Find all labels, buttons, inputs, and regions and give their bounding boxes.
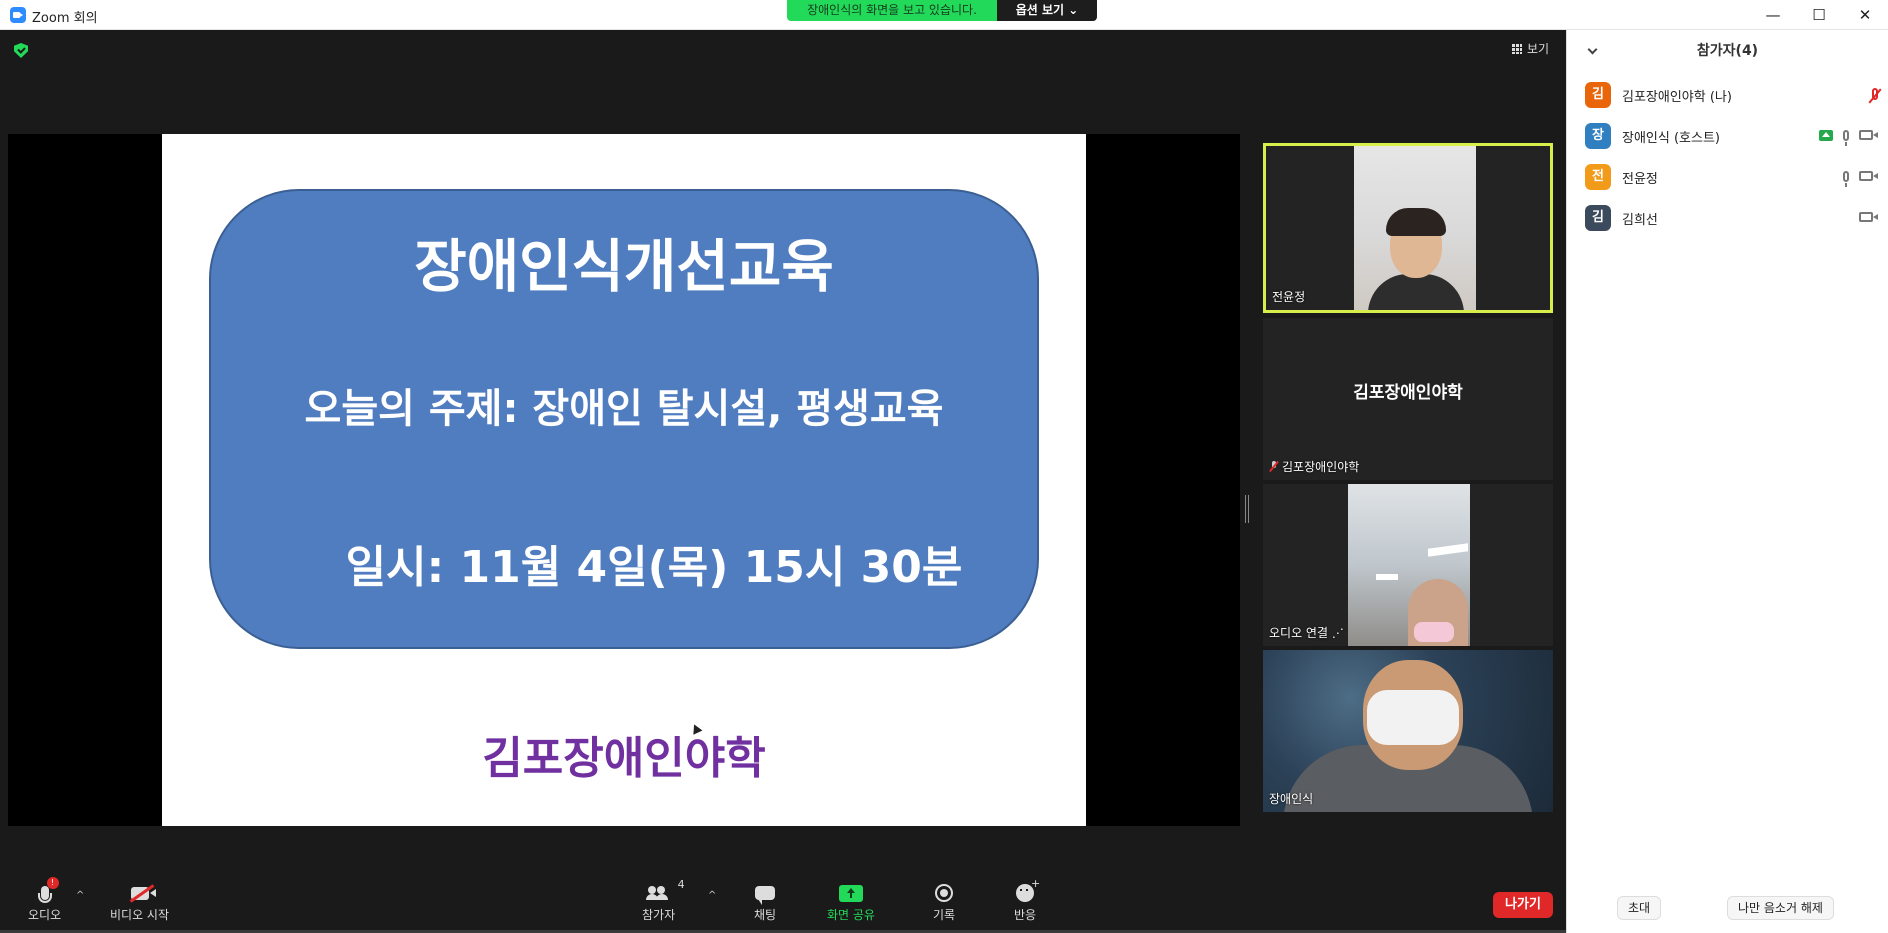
participant-row[interactable]: 김 김희선 bbox=[1567, 197, 1888, 238]
leave-meeting-button[interactable]: 나가기 bbox=[1493, 892, 1553, 918]
close-button[interactable]: ✕ bbox=[1842, 0, 1888, 30]
record-button[interactable]: 기록 bbox=[929, 880, 959, 923]
video-off-icon bbox=[130, 886, 156, 900]
minimize-button[interactable]: — bbox=[1750, 0, 1796, 30]
muted-mic-icon[interactable] bbox=[1872, 88, 1878, 100]
participants-options-caret[interactable]: ^ bbox=[708, 890, 716, 901]
record-label: 기록 bbox=[932, 908, 956, 922]
video-tile[interactable]: 김포장애인야학 김포장애인야학 bbox=[1263, 318, 1553, 480]
participants-panel-footer: 초대 나만 음소거 해제 bbox=[1567, 890, 1888, 930]
slide-topic: 오늘의 주제: 장애인 탈시설, 평생교육 bbox=[304, 386, 944, 432]
microphone-icon[interactable] bbox=[1843, 129, 1849, 146]
video-camera-icon[interactable] bbox=[1859, 171, 1878, 181]
participant-video bbox=[1354, 146, 1476, 310]
avatar: 장 bbox=[1585, 123, 1611, 149]
meeting-area: 보기 장애인식개선교육 오늘의 주제: 장애인 탈시설, 평생교육 일시: 11… bbox=[0, 30, 1566, 933]
muted-mic-icon bbox=[1269, 461, 1279, 472]
video-camera-icon[interactable] bbox=[1859, 130, 1878, 140]
emoji-reaction-icon bbox=[1016, 877, 1040, 902]
audio-label: 오디오 bbox=[28, 908, 62, 922]
participant-video bbox=[1348, 484, 1470, 646]
view-label: 보기 bbox=[1527, 42, 1550, 56]
participants-button[interactable]: 4 참가자 bbox=[642, 878, 685, 923]
chat-icon bbox=[755, 886, 775, 905]
tile-name: 오디오 연결 ⋰ bbox=[1269, 626, 1344, 640]
participants-panel: 참가자(4) 김 김포장애인야학 (나) 장 장애인식 (호스트) 전 전윤정 … bbox=[1566, 30, 1888, 933]
view-options-button[interactable]: 옵션 보기 ⌄ bbox=[997, 0, 1097, 21]
avatar: 전 bbox=[1585, 164, 1611, 190]
participant-name: 장애인식 (호스트) bbox=[1622, 131, 1720, 146]
slide-title: 장애인식개선교육 bbox=[414, 234, 834, 300]
chat-button[interactable]: 채팅 bbox=[750, 880, 780, 923]
microphone-icon[interactable] bbox=[1843, 170, 1849, 187]
participants-icon bbox=[645, 886, 670, 900]
shared-screen: 장애인식개선교육 오늘의 주제: 장애인 탈시설, 평생교육 일시: 11월 4… bbox=[8, 134, 1240, 826]
participant-name: 김포장애인야학 (나) bbox=[1622, 90, 1732, 105]
participants-count: 4 bbox=[677, 878, 685, 891]
reactions-button[interactable]: 반응 bbox=[1010, 877, 1040, 923]
participants-label: 참가자 bbox=[642, 908, 676, 922]
start-video-button[interactable]: 비디오 시작 bbox=[110, 880, 169, 923]
tile-name: 전윤정 bbox=[1272, 290, 1306, 304]
tile-name: 장애인식 bbox=[1269, 792, 1314, 806]
audio-options-caret[interactable]: ^ bbox=[76, 890, 84, 901]
panel-splitter-handle[interactable] bbox=[1245, 495, 1249, 523]
zoom-logo-icon bbox=[10, 7, 26, 23]
window-title: Zoom 회의 bbox=[32, 11, 98, 26]
participant-row[interactable]: 전 전윤정 bbox=[1567, 156, 1888, 197]
video-tile[interactable]: 오디오 연결 ⋰ bbox=[1263, 484, 1553, 646]
video-camera-icon[interactable] bbox=[1859, 212, 1878, 222]
share-screen-icon bbox=[838, 884, 863, 902]
participants-panel-title: 참가자(4) bbox=[1696, 43, 1759, 59]
slide-organization: 김포장애인야학 bbox=[482, 733, 766, 784]
chat-label: 채팅 bbox=[753, 908, 777, 922]
grid-icon bbox=[1512, 43, 1522, 54]
presentation-slide: 장애인식개선교육 오늘의 주제: 장애인 탈시설, 평생교육 일시: 11월 4… bbox=[162, 134, 1086, 826]
participant-row[interactable]: 김 김포장애인야학 (나) bbox=[1567, 74, 1888, 115]
video-tile[interactable]: 전윤정 bbox=[1263, 143, 1553, 313]
maximize-button[interactable]: ☐ bbox=[1796, 0, 1842, 30]
audio-button[interactable]: ! 오디오 bbox=[28, 877, 62, 923]
slide-date: 일시: 11월 4일(목) 15시 30분 bbox=[345, 542, 963, 593]
participant-name: 전윤정 bbox=[1622, 172, 1658, 187]
video-label: 비디오 시작 bbox=[110, 908, 170, 922]
unmute-me-button[interactable]: 나만 음소거 해제 bbox=[1727, 896, 1834, 920]
alert-badge: ! bbox=[46, 877, 59, 889]
invite-button[interactable]: 초대 bbox=[1617, 896, 1662, 920]
participant-row[interactable]: 장 장애인식 (호스트) bbox=[1567, 115, 1888, 156]
share-screen-button[interactable]: 화면 공유 bbox=[827, 880, 875, 923]
share-label: 화면 공유 bbox=[827, 908, 875, 922]
record-icon bbox=[935, 884, 953, 902]
view-layout-button[interactable]: 보기 bbox=[1512, 40, 1549, 57]
security-shield-icon[interactable] bbox=[14, 43, 28, 58]
avatar: 김 bbox=[1585, 82, 1611, 108]
tile-center-name: 김포장애인야학 bbox=[1353, 383, 1463, 403]
microphone-icon bbox=[37, 886, 52, 903]
sharing-status-banner: 장애인식의 화면을 보고 있습니다. bbox=[787, 0, 997, 21]
video-tile[interactable]: 장애인식 bbox=[1263, 650, 1553, 812]
participant-name: 김희선 bbox=[1622, 213, 1658, 228]
reactions-label: 반응 bbox=[1013, 908, 1037, 922]
participant-video bbox=[1263, 650, 1553, 812]
avatar: 김 bbox=[1585, 205, 1611, 231]
tile-name: 김포장애인야학 bbox=[1269, 458, 1359, 475]
screen-sharing-icon bbox=[1819, 129, 1833, 141]
slide-title-box: 장애인식개선교육 오늘의 주제: 장애인 탈시설, 평생교육 일시: 11월 4… bbox=[209, 189, 1039, 649]
